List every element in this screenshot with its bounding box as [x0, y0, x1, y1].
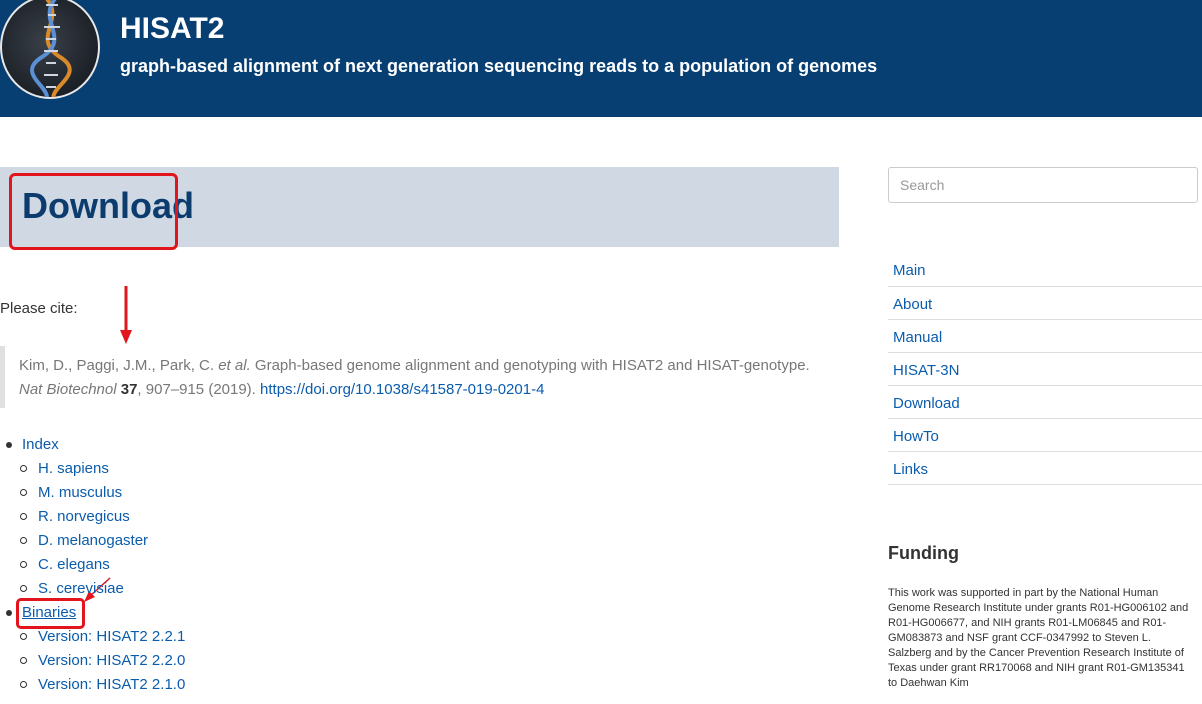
binaries-item-2-2-1[interactable]: Version: HISAT2 2.2.1: [38, 628, 185, 645]
sidebar-item-download[interactable]: Download: [888, 385, 1202, 418]
index-item-s-cerevisiae[interactable]: S. cerevisiae: [38, 580, 124, 597]
sidebar-item-main[interactable]: Main: [888, 253, 1202, 286]
binaries-item-2-1-0[interactable]: Version: HISAT2 2.1.0: [38, 676, 185, 693]
list-circle: [20, 537, 27, 544]
citation-authors: Kim, D., Paggi, J.M., Park, C.: [19, 357, 215, 374]
list-circle: [20, 657, 27, 664]
dna-helix-logo-icon[interactable]: [0, 0, 100, 99]
sidebar-item-hisat-3n[interactable]: HISAT-3N: [888, 352, 1202, 385]
index-item-d-melanogaster[interactable]: D. melanogaster: [38, 532, 148, 549]
funding-text: This work was supported in part by the N…: [888, 587, 1189, 689]
binaries-highlight-box: [16, 598, 85, 629]
sidebar-item-manual[interactable]: Manual: [888, 319, 1202, 352]
index-item-m-musculus[interactable]: M. musculus: [38, 484, 122, 501]
list-circle: [20, 585, 27, 592]
citation-pages-year: , 907–915 (2019).: [137, 381, 256, 398]
list-circle: [20, 633, 27, 640]
list-circle: [20, 489, 27, 496]
site-subtitle: graph-based alignment of next generation…: [120, 56, 878, 76]
search-input[interactable]: [888, 167, 1198, 203]
list-circle: [20, 513, 27, 520]
binaries-item-2-2-0[interactable]: Version: HISAT2 2.2.0: [38, 652, 185, 669]
sidebar-item-links[interactable]: Links: [888, 451, 1202, 484]
citation-title: Graph-based genome alignment and genotyp…: [254, 357, 810, 374]
citation-et-al: et al.: [218, 357, 251, 374]
index-link[interactable]: Index: [22, 436, 59, 453]
citation-journal: Nat Biotechnol: [19, 381, 117, 398]
sidebar-item-howto[interactable]: HowTo: [888, 418, 1202, 451]
citation-volume: 37: [120, 381, 138, 398]
nav-divider: [888, 484, 1202, 485]
citation-text: Kim, D., Paggi, J.M., Park, C. et al. Gr…: [19, 354, 829, 402]
annotation-down-arrow-icon: [120, 286, 132, 344]
site-title[interactable]: HISAT2: [120, 12, 224, 46]
index-item-r-norvegicus[interactable]: R. norvegicus: [38, 508, 130, 525]
sidebar-item-about[interactable]: About: [888, 286, 1202, 319]
index-item-h-sapiens[interactable]: H. sapiens: [38, 460, 109, 477]
list-circle: [20, 681, 27, 688]
list-bullet: [6, 610, 12, 616]
cite-label: Please cite:: [0, 300, 78, 317]
download-highlight-box: [9, 173, 178, 250]
funding-heading: Funding: [888, 543, 959, 563]
citation-doi-link[interactable]: https://doi.org/10.1038/s41587-019-0201-…: [260, 381, 544, 398]
site-header: HISAT2 graph-based alignment of next gen…: [0, 0, 1202, 117]
list-circle: [20, 561, 27, 568]
list-bullet: [6, 442, 12, 448]
sidebar-nav: Main About Manual HISAT-3N Download HowT…: [888, 253, 1202, 485]
index-item-c-elegans[interactable]: C. elegans: [38, 556, 110, 573]
list-circle: [20, 465, 27, 472]
